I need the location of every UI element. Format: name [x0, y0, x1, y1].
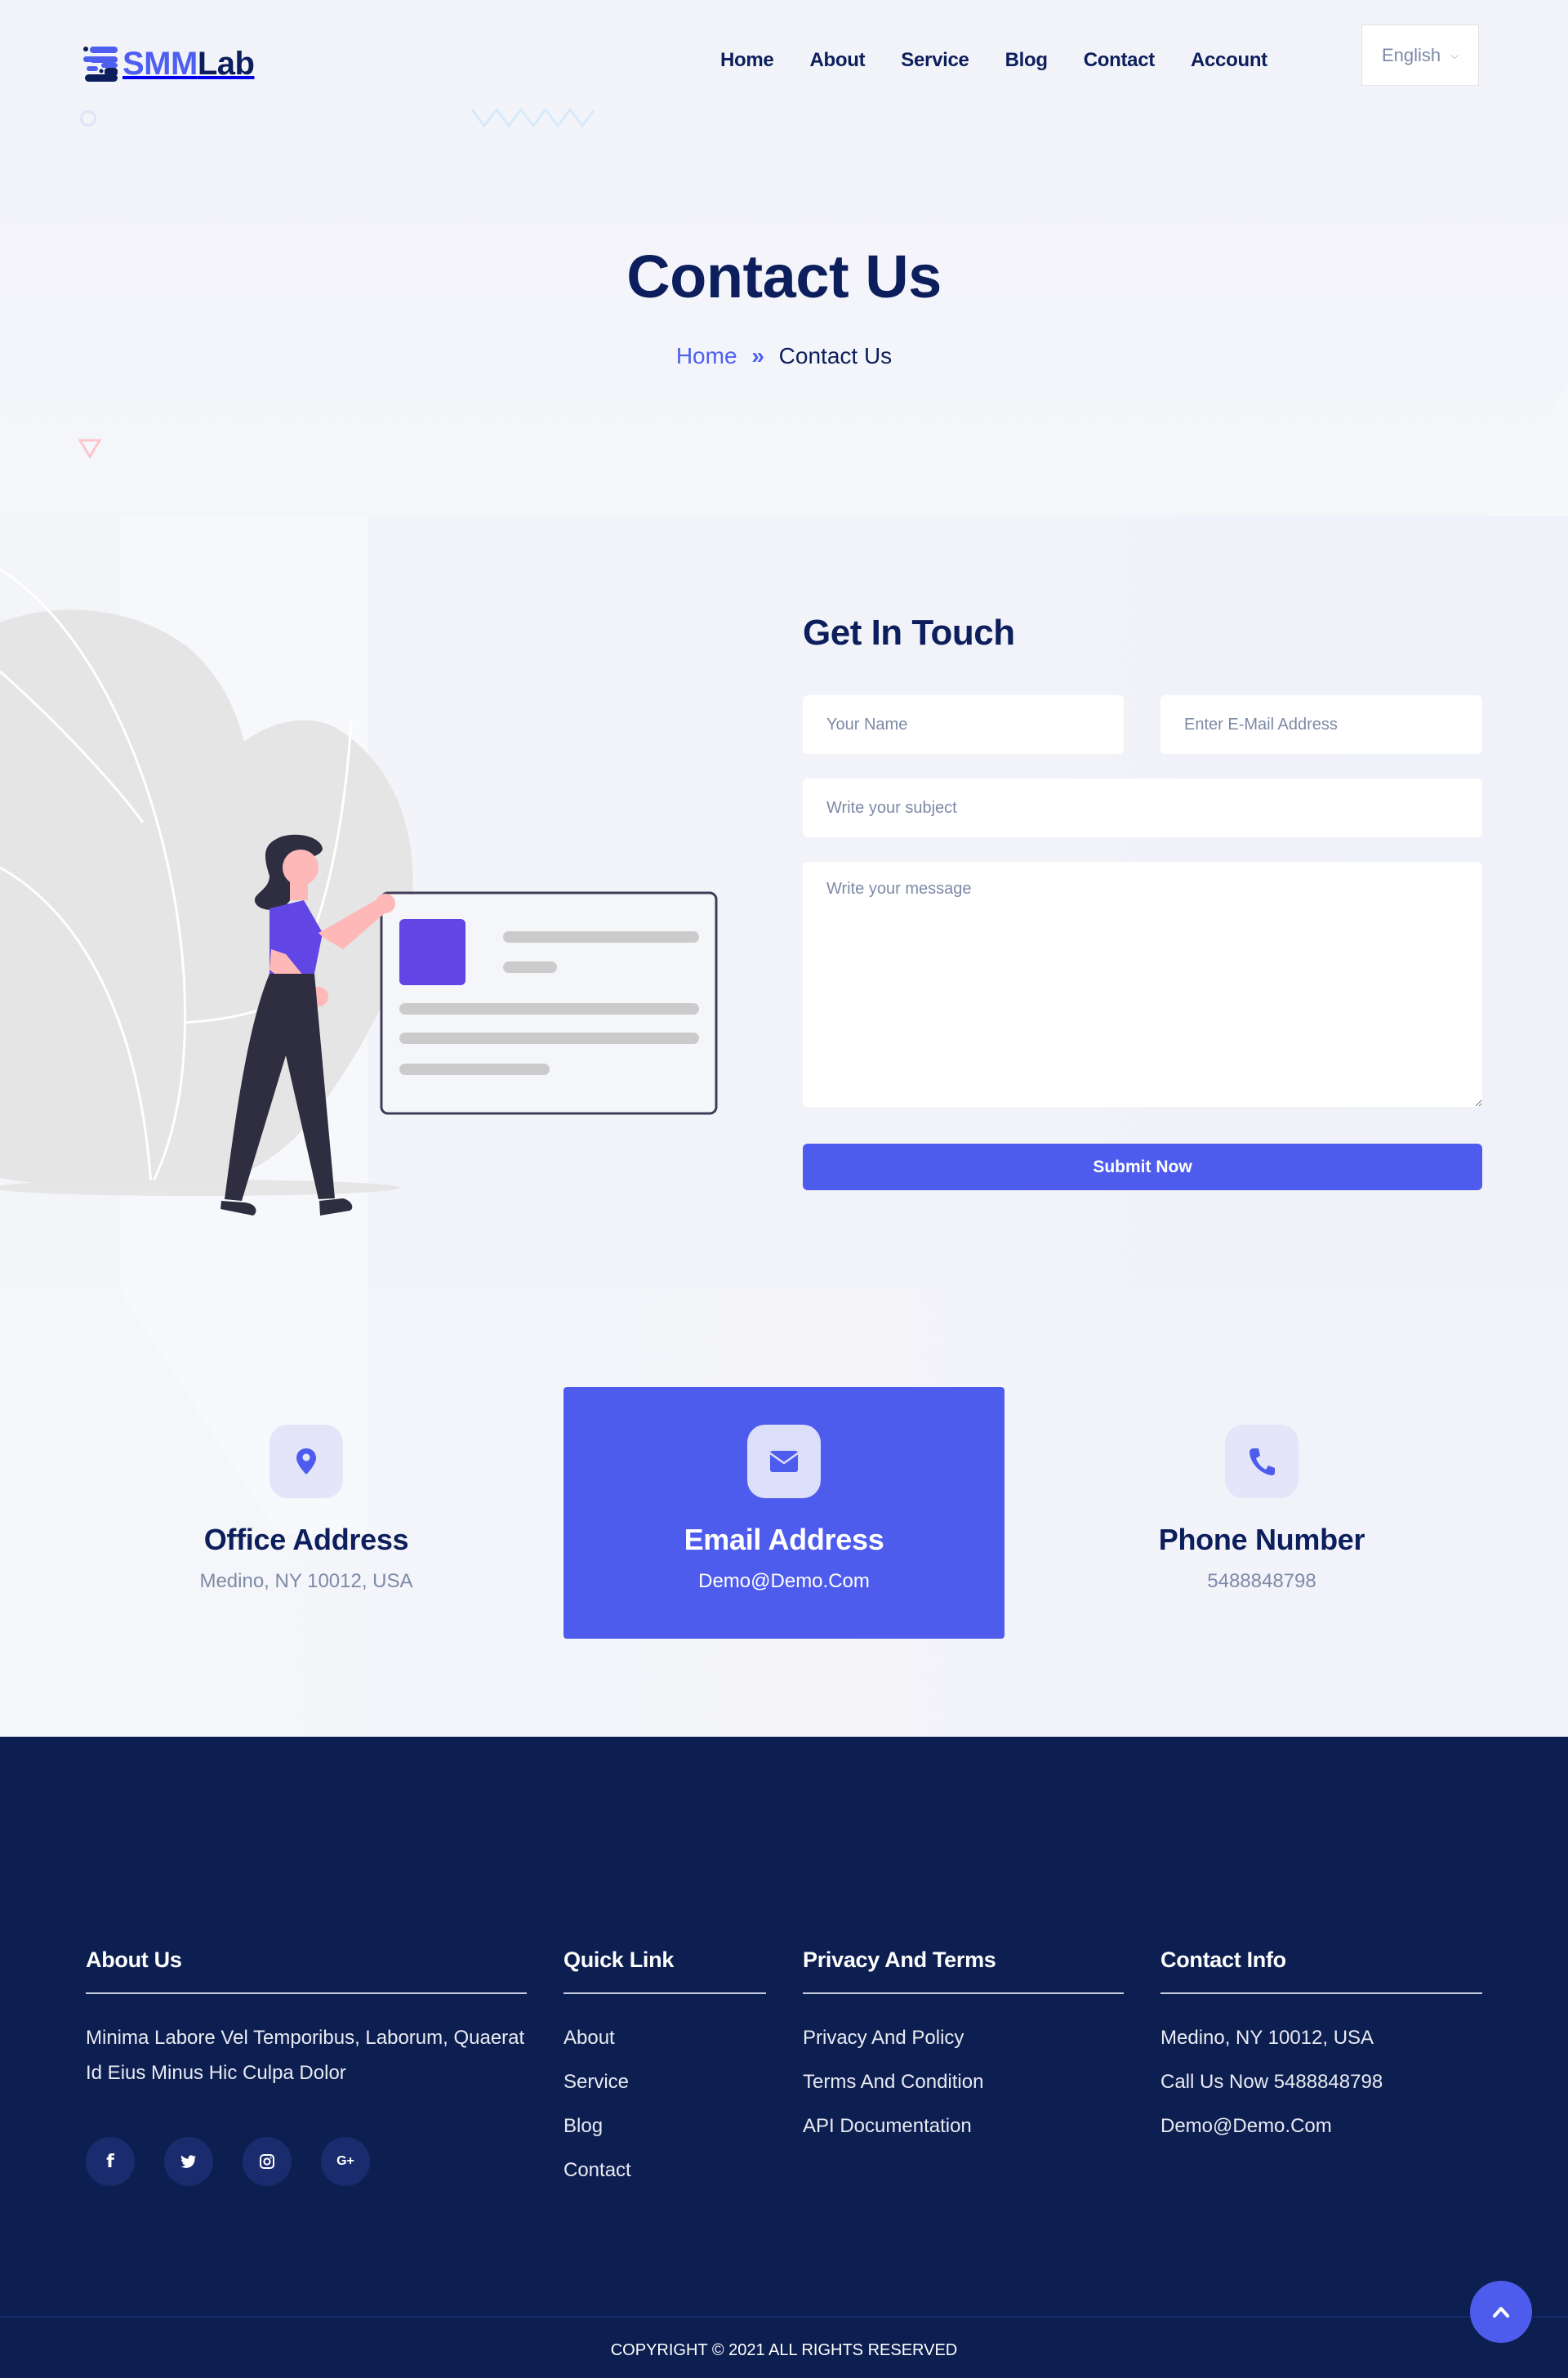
email-input[interactable]: [1160, 695, 1482, 754]
footer-link-about[interactable]: About: [564, 2027, 615, 2049]
footer-about-text: Minima Labore Vel Temporibus, Laborum, Q…: [86, 2027, 525, 2084]
double-chevron-right-icon: »: [751, 343, 764, 368]
footer-contact-phone: Call Us Now 5488848798: [1160, 2071, 1383, 2093]
language-selected: English: [1381, 44, 1441, 65]
envelope-icon: [769, 1451, 799, 1472]
logo-text: SMMLab: [122, 45, 255, 82]
footer-about: About Us Minima Labore Vel Temporibus, L…: [86, 1947, 527, 2090]
twitter-icon: [180, 2155, 196, 2168]
footer-contact-title: Contact Info: [1160, 1947, 1482, 1994]
submit-button[interactable]: Submit Now: [803, 1144, 1482, 1190]
footer-contact-address: Medino, NY 10012, USA: [1160, 2027, 1374, 2049]
phone-icon: [1250, 1448, 1275, 1475]
google-plus-button[interactable]: G+: [321, 2137, 370, 2186]
footer-link-service[interactable]: Service: [564, 2071, 629, 2093]
chevron-up-icon: [1493, 2307, 1509, 2318]
name-input[interactable]: [803, 695, 1124, 754]
page-header: SMMLab Home About Service Blog Contact A…: [0, 0, 1568, 516]
breadcrumb-current: Contact Us: [778, 343, 893, 368]
woman-with-card-illustration: [0, 516, 718, 1216]
decorative-triangle-icon: [78, 439, 101, 458]
google-plus-icon: G+: [336, 2154, 354, 2168]
message-textarea[interactable]: [803, 862, 1482, 1107]
breadcrumb-home-link[interactable]: Home: [676, 343, 737, 368]
card-value: 5488848798: [1207, 1570, 1316, 1592]
nav-service[interactable]: Service: [901, 49, 969, 72]
card-title: Phone Number: [1158, 1523, 1365, 1556]
logo[interactable]: SMMLab: [82, 42, 255, 85]
footer-divider: [0, 2316, 1568, 2318]
back-to-top-button[interactable]: [1470, 2281, 1532, 2343]
facebook-button[interactable]: f: [86, 2137, 135, 2186]
decorative-triangle: [1490, 384, 1568, 516]
decorative-circle-icon: [80, 110, 96, 127]
subject-input[interactable]: [803, 779, 1482, 837]
card-title: Office Address: [203, 1523, 409, 1556]
footer-privacy: Privacy And Terms Privacy And Policy Ter…: [803, 1947, 1124, 2159]
social-links: f G+: [86, 2137, 370, 2186]
breadcrumb: Home » Contact Us: [0, 343, 1568, 369]
card-title: Email Address: [684, 1523, 884, 1556]
icon-box: [747, 1425, 821, 1498]
card-value: Medino, NY 10012, USA: [199, 1570, 413, 1592]
facebook-icon: f: [106, 2151, 114, 2172]
footer-link-blog[interactable]: Blog: [564, 2115, 603, 2137]
office-address-card: Office Address Medino, NY 10012, USA: [86, 1387, 527, 1639]
instagram-button[interactable]: [243, 2137, 292, 2186]
instagram-icon: [260, 2154, 274, 2169]
language-select[interactable]: English ⌵: [1361, 25, 1479, 86]
footer-about-title: About Us: [86, 1947, 527, 1994]
nav-home[interactable]: Home: [720, 49, 774, 72]
footer-link-terms[interactable]: Terms And Condition: [803, 2071, 983, 2093]
email-address-card: Email Address Demo@Demo.Com: [564, 1387, 1004, 1639]
main-nav: Home About Service Blog Contact Account: [720, 49, 1303, 72]
phone-number-card: Phone Number 5488848798: [1041, 1387, 1482, 1639]
footer-link-privacy-policy[interactable]: Privacy And Policy: [803, 2027, 964, 2049]
chevron-down-icon: ⌵: [1450, 48, 1459, 61]
footer-contact-info: Contact Info Medino, NY 10012, USA Call …: [1160, 1947, 1482, 2159]
copyright: COPYRIGHT © 2021 ALL RIGHTS RESERVED: [610, 2341, 958, 2359]
twitter-button[interactable]: [164, 2137, 213, 2186]
logo-mark-icon: [83, 47, 118, 82]
icon-box: [1225, 1425, 1298, 1498]
nav-account[interactable]: Account: [1191, 49, 1267, 72]
card-value[interactable]: Demo@Demo.Com: [564, 1570, 1004, 1593]
nav-contact[interactable]: Contact: [1084, 49, 1156, 72]
map-pin-icon: [296, 1448, 316, 1475]
footer-contact-email: Demo@Demo.Com: [1160, 2115, 1332, 2137]
icon-box: [270, 1425, 343, 1498]
footer-quick-links: Quick Link About Service Blog Contact: [564, 1947, 766, 2203]
decorative-zigzag-icon: [472, 108, 595, 128]
footer-quick-links-title: Quick Link: [564, 1947, 766, 1994]
form-title: Get In Touch: [803, 613, 1015, 653]
nav-blog[interactable]: Blog: [1005, 49, 1048, 72]
page-title: Contact Us: [626, 243, 942, 310]
footer-link-contact[interactable]: Contact: [564, 2159, 631, 2181]
footer-privacy-title: Privacy And Terms: [803, 1947, 1124, 1994]
footer-link-api-docs[interactable]: API Documentation: [803, 2115, 972, 2137]
nav-about[interactable]: About: [809, 49, 865, 72]
